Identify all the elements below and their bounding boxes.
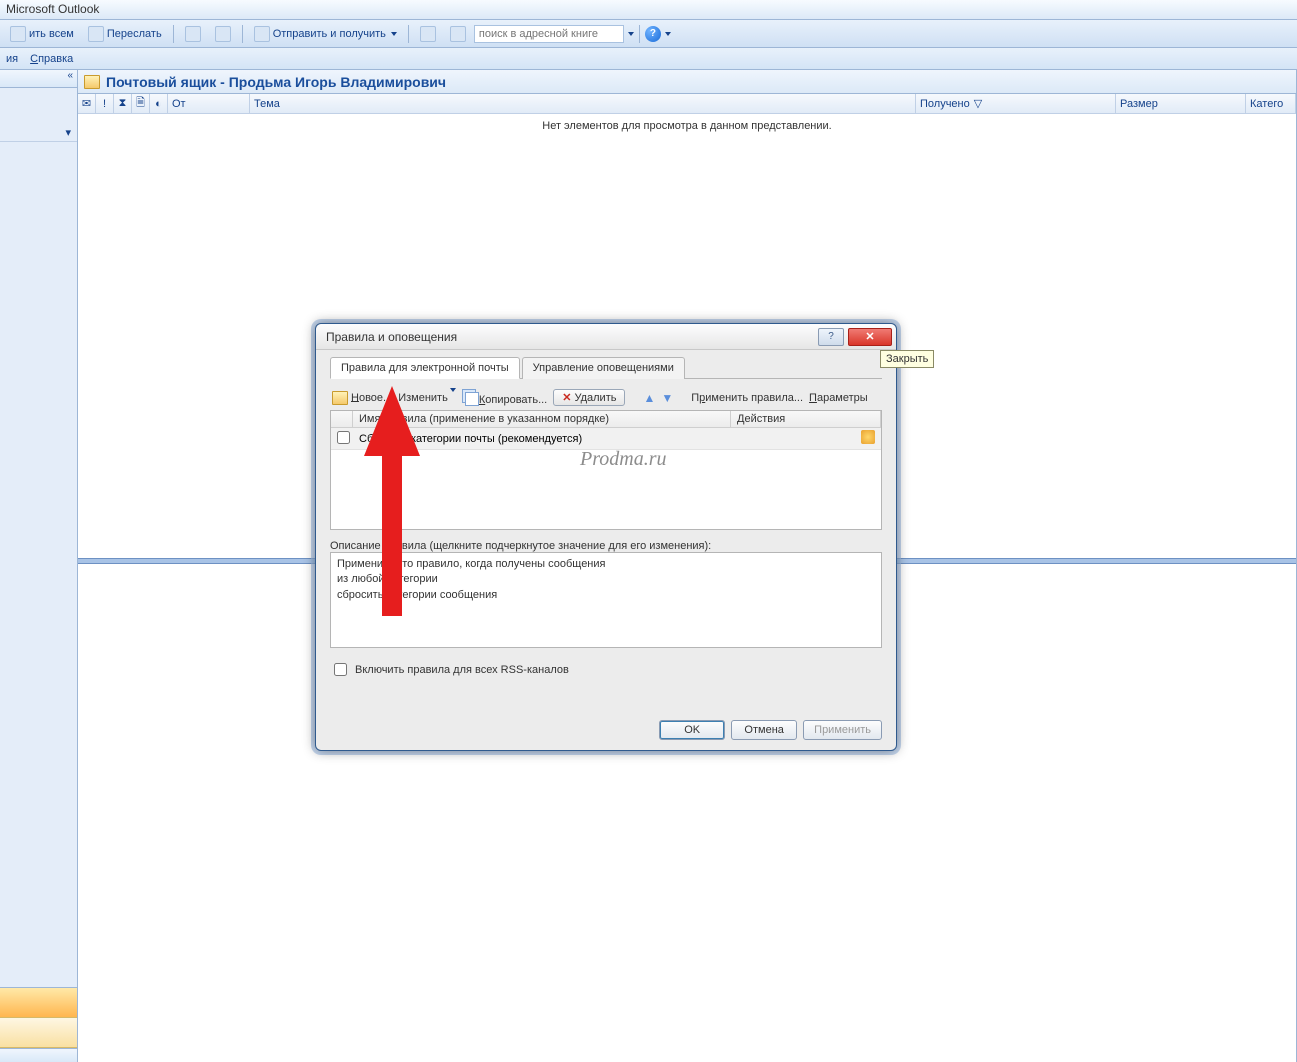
category-icon [215, 26, 231, 42]
menu-help[interactable]: Справка [30, 53, 73, 65]
ok-button[interactable]: OK [659, 720, 725, 740]
col-size[interactable]: Размер [1116, 94, 1246, 113]
folder-title: Почтовый ящик - Продьма Игорь Владимиров… [106, 74, 446, 90]
col-icon[interactable]: ⧗ [114, 94, 132, 113]
app-title: Microsoft Outlook [6, 2, 99, 16]
reply-all-icon [10, 26, 26, 42]
dialog-close-button[interactable]: ✕ [848, 328, 892, 346]
col-from[interactable]: От [168, 94, 250, 113]
forward-icon [88, 26, 104, 42]
copy-icon [462, 389, 476, 403]
separator [242, 25, 243, 43]
separator [639, 25, 640, 43]
dropdown-icon [391, 32, 397, 36]
send-receive-button[interactable]: Отправить и получить [248, 23, 403, 45]
dialog-help-button[interactable]: ? [818, 328, 844, 346]
rss-checkbox[interactable] [334, 663, 347, 676]
dropdown-icon [450, 388, 456, 404]
nav-mail-button[interactable] [0, 988, 77, 1018]
edit-rule-button[interactable]: Изменить [398, 392, 456, 404]
close-tooltip: Закрыть [880, 350, 934, 368]
col-category[interactable]: Катего [1246, 94, 1296, 113]
folder-icon [420, 26, 436, 42]
rss-label: Включить правила для всех RSS-каналов [355, 664, 569, 676]
nav-calendar-button[interactable] [0, 1018, 77, 1048]
desc-line: из любой категории [337, 572, 875, 587]
col-attachment[interactable]: 🗎 [132, 94, 150, 113]
search-folder-button[interactable] [414, 23, 442, 45]
dialog-body: Правила для электронной почты Управление… [316, 350, 896, 689]
window-titlebar: Microsoft Outlook [0, 0, 1297, 20]
help-icon[interactable]: ? [645, 26, 661, 42]
col-checkbox [331, 411, 353, 427]
rule-row[interactable]: Сбросить категории почты (рекомендуется) [331, 428, 881, 450]
dialog-buttons: OK Отмена Применить [659, 720, 882, 740]
main-toolbar: ить всем Переслать Отправить и получить … [0, 20, 1297, 48]
col-rule-name[interactable]: Имя правила (применение в указанном поря… [353, 411, 731, 427]
dialog-tabs: Правила для электронной почты Управление… [330, 356, 882, 379]
rss-option: Включить правила для всех RSS-каналов [330, 660, 882, 679]
column-headers: ✉ ! ⧗ 🗎 ◐ От Тема Получено▽ Размер Катег… [78, 94, 1296, 114]
copy-rule-button[interactable]: Копировать... [462, 389, 547, 406]
dropdown-icon[interactable] [628, 32, 634, 36]
tab-email-rules[interactable]: Правила для электронной почты [330, 357, 520, 379]
address-search-input[interactable] [474, 25, 624, 43]
dialog-titlebar[interactable]: Правила и оповещения ? ✕ [316, 324, 896, 350]
empty-message: Нет элементов для просмотра в данном пре… [78, 114, 1296, 138]
separator [408, 25, 409, 43]
description-box[interactable]: Применить это правило, когда получены со… [330, 552, 882, 648]
rule-name: Сбросить категории почты (рекомендуется) [353, 431, 731, 447]
new-rule-button[interactable]: Новое... [332, 391, 392, 405]
mailbox-icon [84, 75, 100, 89]
options-button[interactable]: Параметры [809, 392, 868, 404]
move-up-button[interactable]: ▲ [643, 391, 655, 405]
col-actions[interactable]: Действия [731, 411, 881, 427]
rules-list-header: Имя правила (применение в указанном поря… [331, 411, 881, 428]
menu-item[interactable]: ия [6, 53, 18, 65]
address-book-button[interactable] [444, 23, 472, 45]
reply-all-button[interactable]: ить всем [4, 23, 80, 45]
col-received[interactable]: Получено▽ [916, 94, 1116, 113]
dialog-title: Правила и оповещения [326, 330, 814, 344]
rules-toolbar: Новое... Изменить Копировать... ✕Удалить… [330, 385, 882, 410]
col-reminder[interactable]: ! [96, 94, 114, 113]
move-down-button[interactable]: ▼ [661, 391, 673, 405]
new-icon [332, 391, 348, 405]
desc-line: Применить это правило, когда получены со… [337, 557, 875, 572]
nav-section[interactable]: ▾ [0, 88, 77, 142]
folder-header: Почтовый ящик - Продьма Игорь Владимиров… [78, 70, 1296, 94]
delete-icon: ✕ [562, 391, 571, 404]
separator [173, 25, 174, 43]
print-button[interactable] [179, 23, 207, 45]
tab-manage-alerts[interactable]: Управление оповещениями [522, 357, 685, 379]
nav-buttons [0, 987, 77, 1062]
description-label: Описание правила (щелкните подчеркнутое … [330, 540, 882, 552]
forward-button[interactable]: Переслать [82, 23, 168, 45]
rules-dialog: Правила и оповещения ? ✕ Правила для эле… [315, 323, 897, 751]
cancel-button[interactable]: Отмена [731, 720, 797, 740]
categorize-button[interactable] [209, 23, 237, 45]
menubar: ия Справка [0, 48, 1297, 70]
rule-action-icon [861, 430, 875, 444]
nav-configure[interactable] [0, 1048, 77, 1062]
rule-checkbox[interactable] [337, 431, 350, 444]
col-importance[interactable]: ✉ [78, 94, 96, 113]
nav-section[interactable] [0, 142, 77, 292]
navigation-pane: « ▾ [0, 70, 78, 1062]
col-subject[interactable]: Тема [250, 94, 916, 113]
nav-body: ▾ [0, 88, 77, 987]
print-icon [185, 26, 201, 42]
send-receive-icon [254, 26, 270, 42]
apply-button[interactable]: Применить [803, 720, 882, 740]
dropdown-icon[interactable] [665, 32, 671, 36]
apply-rules-button[interactable]: Применить правила... [691, 392, 803, 404]
desc-line: сбросить категории сообщения [337, 588, 875, 603]
rules-list: Имя правила (применение в указанном поря… [330, 410, 882, 530]
col-flag[interactable]: ◐ [150, 94, 168, 113]
nav-collapse-button[interactable]: « [0, 70, 77, 88]
delete-rule-button[interactable]: ✕Удалить [553, 389, 625, 406]
address-book-icon [450, 26, 466, 42]
